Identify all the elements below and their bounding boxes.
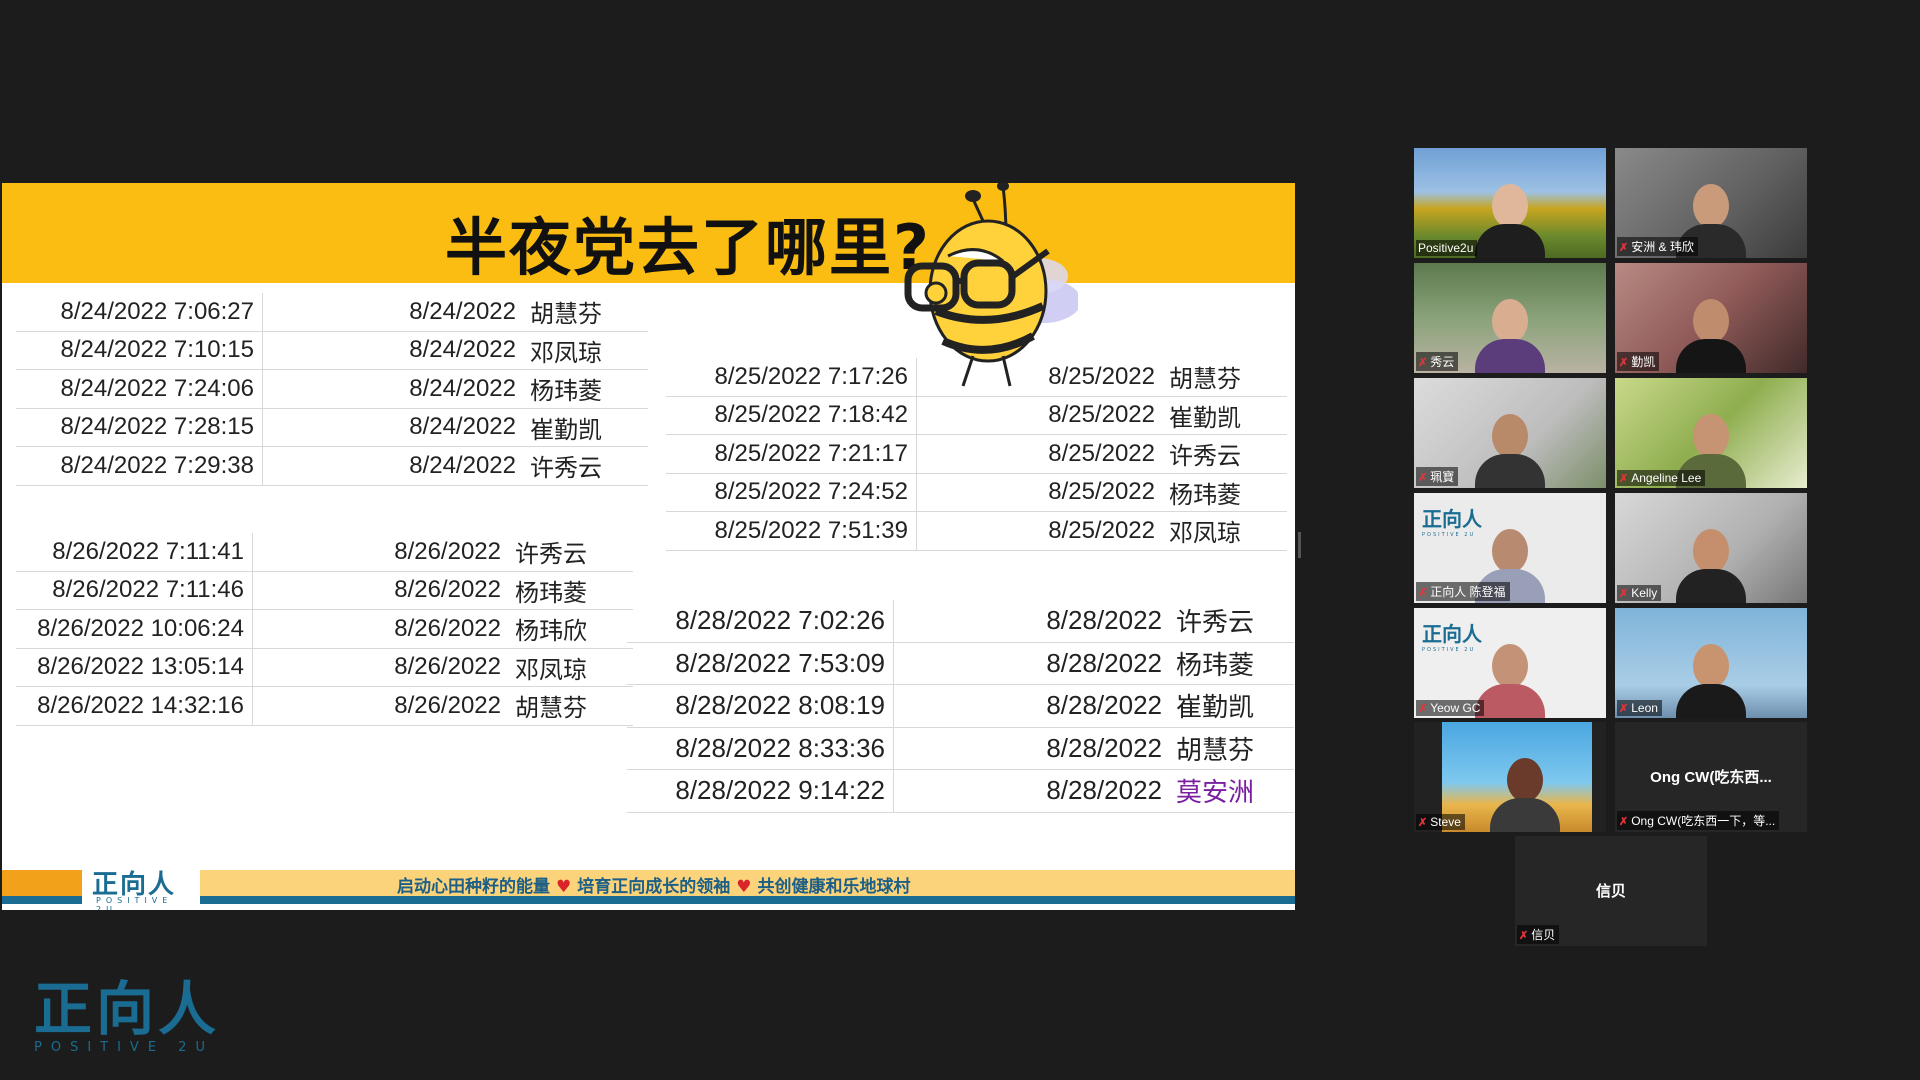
- mic-muted-icon: ✗: [1619, 816, 1629, 828]
- participant-name: ✗ Kelly: [1617, 585, 1662, 601]
- participant-tile[interactable]: ✗ Leon: [1615, 608, 1807, 718]
- footer-slogan: 启动心田种籽的能量 ♥ 培育正向成长的领袖 ♥ 共创健康和乐地球村: [397, 877, 911, 897]
- table-row: 8/25/2022 7:24:52 8/25/2022 杨玮菱: [666, 473, 1287, 512]
- participant-display-name: 信贝: [1595, 883, 1626, 900]
- mic-muted-icon: ✗: [1519, 930, 1529, 942]
- table-row: 8/26/2022 7:11:41 8/26/2022 许秀云: [16, 533, 633, 572]
- participant-display-name: Ong CW(吃东西...: [1650, 769, 1772, 786]
- participant-name: ✗ 珮寶: [1416, 467, 1459, 486]
- table-row: 8/25/2022 7:21:17 8/25/2022 许秀云: [666, 434, 1287, 474]
- participant-tile[interactable]: ✗ Steve: [1414, 722, 1606, 832]
- table-row: 8/28/2022 7:02:26 8/28/2022 许秀云: [627, 600, 1294, 643]
- table-row: 8/28/2022 9:14:22 8/28/2022 莫安洲: [627, 769, 1294, 813]
- mic-muted-icon: ✗: [1619, 357, 1629, 369]
- participant-name: ✗ Leon: [1617, 700, 1662, 716]
- table-row: 8/28/2022 7:53:09 8/28/2022 杨玮菱: [627, 642, 1294, 685]
- participant-name: ✗ Steve: [1416, 814, 1465, 830]
- table-row: 8/26/2022 10:06:24 8/26/2022 杨玮欣: [16, 609, 633, 649]
- participant-tile[interactable]: ✗ 秀云: [1414, 263, 1606, 373]
- table-row: 8/24/2022 7:06:27 8/24/2022 胡慧芬: [16, 293, 648, 332]
- table-row: 8/24/2022 7:24:06 8/24/2022 杨玮菱: [16, 369, 648, 409]
- mic-muted-icon: ✗: [1619, 242, 1629, 254]
- participant-name: ✗ Angeline Lee: [1617, 470, 1706, 486]
- mic-muted-icon: ✗: [1418, 703, 1428, 715]
- table-row: 8/25/2022 7:17:26 8/25/2022 胡慧芬: [666, 358, 1287, 397]
- participant-figure: [1475, 644, 1545, 718]
- table-row: 8/28/2022 8:08:19 8/28/2022 崔勤凯: [627, 684, 1294, 728]
- participant-figure: [1475, 414, 1545, 488]
- virtual-background-logo: 正向人 POSITIVE 2U: [1422, 507, 1482, 538]
- virtual-background-logo: 正向人 POSITIVE 2U: [1422, 622, 1482, 653]
- participant-figure: [1676, 644, 1746, 718]
- table-row: 8/24/2022 7:10:15 8/24/2022 邓凤琼: [16, 331, 648, 370]
- participant-figure: [1475, 299, 1545, 373]
- participant-tile[interactable]: 信贝 ✗ 信贝: [1515, 836, 1707, 946]
- slide-footer: 正向人 POSITIVE 2U 启动心田种籽的能量 ♥ 培育正向成长的领袖 ♥ 共创健康…: [2, 850, 1295, 910]
- brand-logo-watermark: 正向人 POSITIVE 2U: [34, 975, 221, 1055]
- participant-figure: [1490, 758, 1560, 832]
- table-row: 8/24/2022 7:28:15 8/24/2022 崔勤凯: [16, 408, 648, 447]
- checkin-table-8-28: 8/28/2022 7:02:26 8/28/2022 许秀云 8/28/2022 …: [627, 600, 1294, 813]
- participant-name: ✗ 信贝: [1517, 925, 1560, 944]
- participant-figure: [1676, 299, 1746, 373]
- participant-tile[interactable]: ✗ 勤凯: [1615, 263, 1807, 373]
- table-row: 8/26/2022 14:32:16 8/26/2022 胡慧芬: [16, 686, 633, 726]
- checkin-table-8-25: 8/25/2022 7:17:26 8/25/2022 胡慧芬 8/25/2022 …: [666, 358, 1287, 551]
- shared-screen-slide: 半夜党去了哪里? 8/24/2022 7:06:27 8/24/2022 胡慧芬 8…: [2, 183, 1295, 910]
- participant-tile[interactable]: 正向人 POSITIVE 2U ✗ Yeow GC: [1414, 608, 1606, 718]
- mic-muted-icon: ✗: [1619, 473, 1629, 485]
- table-row: 8/25/2022 7:51:39 8/25/2022 邓凤琼: [666, 511, 1287, 551]
- checkin-table-8-26: 8/26/2022 7:11:41 8/26/2022 许秀云 8/26/2022 …: [16, 533, 633, 726]
- mic-muted-icon: ✗: [1418, 817, 1428, 829]
- mic-muted-icon: ✗: [1418, 357, 1428, 369]
- participant-name: ✗ Ong CW(吃东西一下，等...: [1617, 811, 1780, 830]
- panel-resize-handle[interactable]: [1298, 532, 1301, 558]
- participant-name: ✗ 安洲 & 玮欣: [1617, 237, 1698, 256]
- table-row: 8/25/2022 7:18:42 8/25/2022 崔勤凯: [666, 396, 1287, 435]
- mic-muted-icon: ✗: [1418, 587, 1428, 599]
- participant-figure: [1676, 529, 1746, 603]
- participant-tile-positive2u[interactable]: Positive2u: [1414, 148, 1606, 258]
- participant-tile[interactable]: ✗ Kelly: [1615, 493, 1807, 603]
- heart-icon: ♥: [736, 877, 752, 897]
- mic-muted-icon: ✗: [1619, 703, 1629, 715]
- participant-name: ✗ Yeow GC: [1416, 700, 1485, 716]
- participant-name: Positive2u: [1416, 240, 1478, 256]
- participant-tile[interactable]: ✗ Angeline Lee: [1615, 378, 1807, 488]
- participant-name: ✗ 正向人 陈登福: [1416, 582, 1510, 601]
- participant-tile[interactable]: Ong CW(吃东西... ✗ Ong CW(吃东西一下，等...: [1615, 722, 1807, 832]
- table-row: 8/26/2022 7:11:46 8/26/2022 杨玮菱: [16, 571, 633, 610]
- participant-name: ✗ 勤凯: [1617, 352, 1660, 371]
- participant-tile[interactable]: ✗ 珮寶: [1414, 378, 1606, 488]
- mic-muted-icon: ✗: [1619, 588, 1629, 600]
- checkin-table-8-24: 8/24/2022 7:06:27 8/24/2022 胡慧芬 8/24/2022 …: [16, 293, 648, 486]
- table-row: 8/28/2022 8:33:36 8/28/2022 胡慧芬: [627, 727, 1294, 770]
- table-row: 8/24/2022 7:29:38 8/24/2022 许秀云: [16, 446, 648, 486]
- heart-icon: ♥: [556, 877, 572, 897]
- participant-tile[interactable]: ✗ 安洲 & 玮欣: [1615, 148, 1807, 258]
- table-row: 8/26/2022 13:05:14 8/26/2022 邓凤琼: [16, 648, 633, 687]
- participant-tile[interactable]: 正向人 POSITIVE 2U ✗ 正向人 陈登福: [1414, 493, 1606, 603]
- participant-figure: [1475, 184, 1545, 258]
- footer-logo: 正向人 POSITIVE 2U: [82, 864, 200, 910]
- participant-name: ✗ 秀云: [1416, 352, 1459, 371]
- slide-title: 半夜党去了哪里?: [445, 211, 931, 284]
- mic-muted-icon: ✗: [1418, 472, 1428, 484]
